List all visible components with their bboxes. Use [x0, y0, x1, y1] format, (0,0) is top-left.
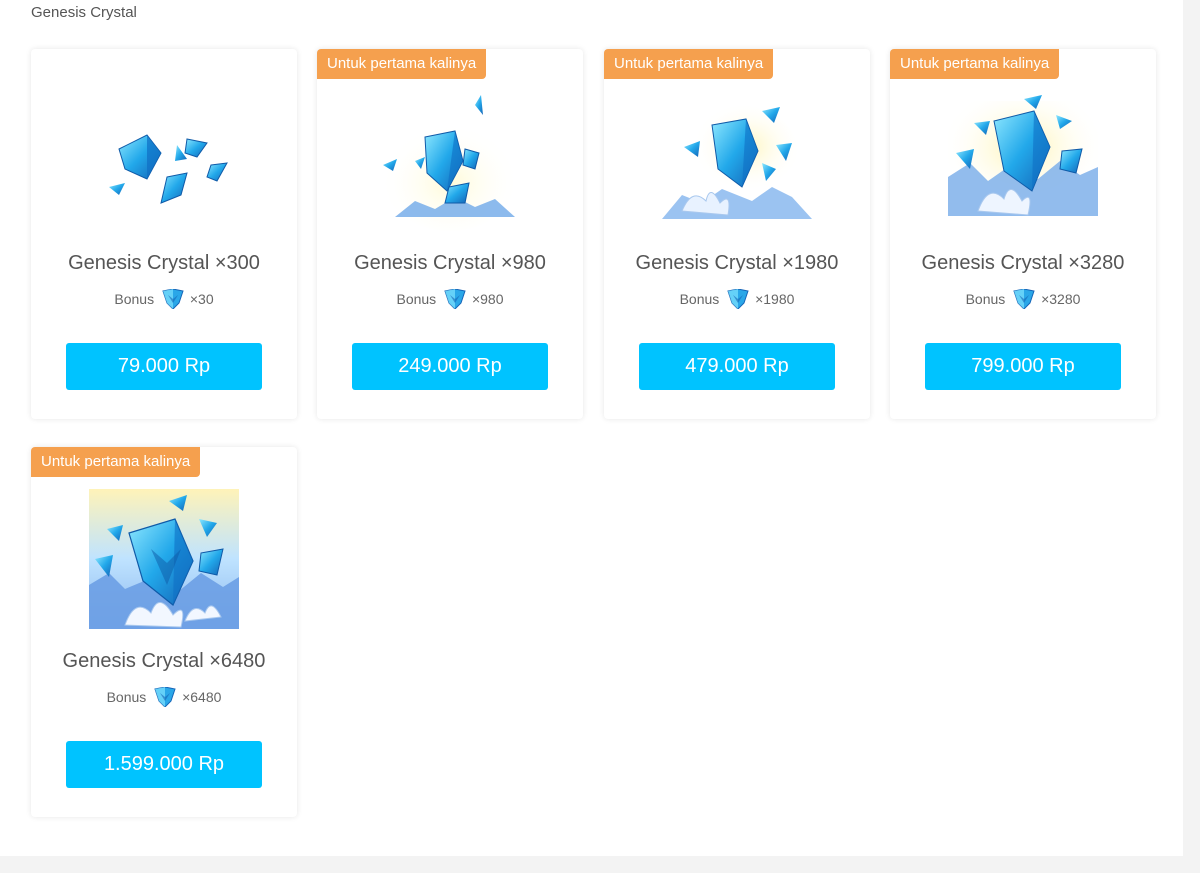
bonus-row: Bonus ×6480	[31, 687, 297, 707]
section-title: Genesis Crystal	[31, 4, 137, 21]
product-title: Genesis Crystal ×1980	[635, 252, 839, 274]
buy-button[interactable]: 1.599.000 Rp	[66, 741, 262, 788]
bonus-label: Bonus	[114, 291, 155, 307]
genesis-crystal-pile-small-icon	[109, 134, 228, 204]
product-title: Genesis Crystal ×980	[354, 252, 546, 274]
bonus-label: Bonus	[106, 689, 147, 705]
product-card-1980[interactable]: Untuk pertama kalinya Genesis Crystal ×1…	[604, 49, 870, 419]
bonus-amount: ×3280	[1041, 291, 1081, 307]
product-card-6480[interactable]: Untuk pertama kalinya Genesis Crystal ×6…	[31, 447, 297, 817]
first-purchase-badge: Untuk pertama kalinya	[890, 49, 1060, 79]
genesis-crystal-pile-large-icon	[948, 95, 1098, 216]
bonus-label: Bonus	[396, 291, 437, 307]
buy-button[interactable]: 799.000 Rp	[925, 343, 1121, 390]
page-scrollbar-track[interactable]	[1183, 0, 1200, 873]
genesis-crystal-icon	[727, 289, 749, 309]
genesis-crystal-icon	[162, 289, 184, 309]
genesis-crystal-pile-huge-icon	[89, 489, 239, 629]
product-title: Genesis Crystal ×3280	[921, 252, 1125, 274]
bonus-row: Bonus ×3280	[890, 289, 1156, 309]
buy-button[interactable]: 479.000 Rp	[639, 343, 835, 390]
buy-button[interactable]: 249.000 Rp	[352, 343, 548, 390]
genesis-crystal-pile-icon	[380, 95, 520, 231]
first-purchase-badge: Untuk pertama kalinya	[604, 49, 774, 79]
bonus-amount: ×6480	[182, 689, 222, 705]
buy-button[interactable]: 79.000 Rp	[66, 343, 262, 390]
bonus-amount: ×1980	[755, 291, 795, 307]
bonus-amount: ×980	[471, 291, 504, 307]
first-purchase-badge: Untuk pertama kalinya	[31, 447, 201, 477]
store-page: Genesis Crystal Genesis Crystal ×300 Bon…	[0, 0, 1200, 873]
bonus-amount: ×30	[189, 291, 214, 307]
bonus-label: Bonus	[679, 291, 720, 307]
product-title: Genesis Crystal ×6480	[62, 650, 266, 672]
bonus-label: Bonus	[965, 291, 1006, 307]
genesis-crystal-icon	[154, 687, 176, 707]
genesis-crystal-icon	[1013, 289, 1035, 309]
bonus-row: Bonus ×30	[31, 289, 297, 309]
product-card-300[interactable]: Genesis Crystal ×300 Bonus ×30 79.000 Rp	[31, 49, 297, 419]
genesis-crystal-icon	[444, 289, 466, 309]
product-card-3280[interactable]: Untuk pertama kalinya Genesis Crystal ×3…	[890, 49, 1156, 419]
first-purchase-badge: Untuk pertama kalinya	[317, 49, 487, 79]
genesis-crystal-pile-flowers-icon	[662, 106, 812, 219]
product-card-980[interactable]: Untuk pertama kalinya Genesis Crystal ×9…	[317, 49, 583, 419]
product-title: Genesis Crystal ×300	[68, 252, 260, 274]
bonus-row: Bonus ×980	[317, 289, 583, 309]
bonus-row: Bonus ×1980	[604, 289, 870, 309]
footer-divider	[0, 856, 1200, 873]
